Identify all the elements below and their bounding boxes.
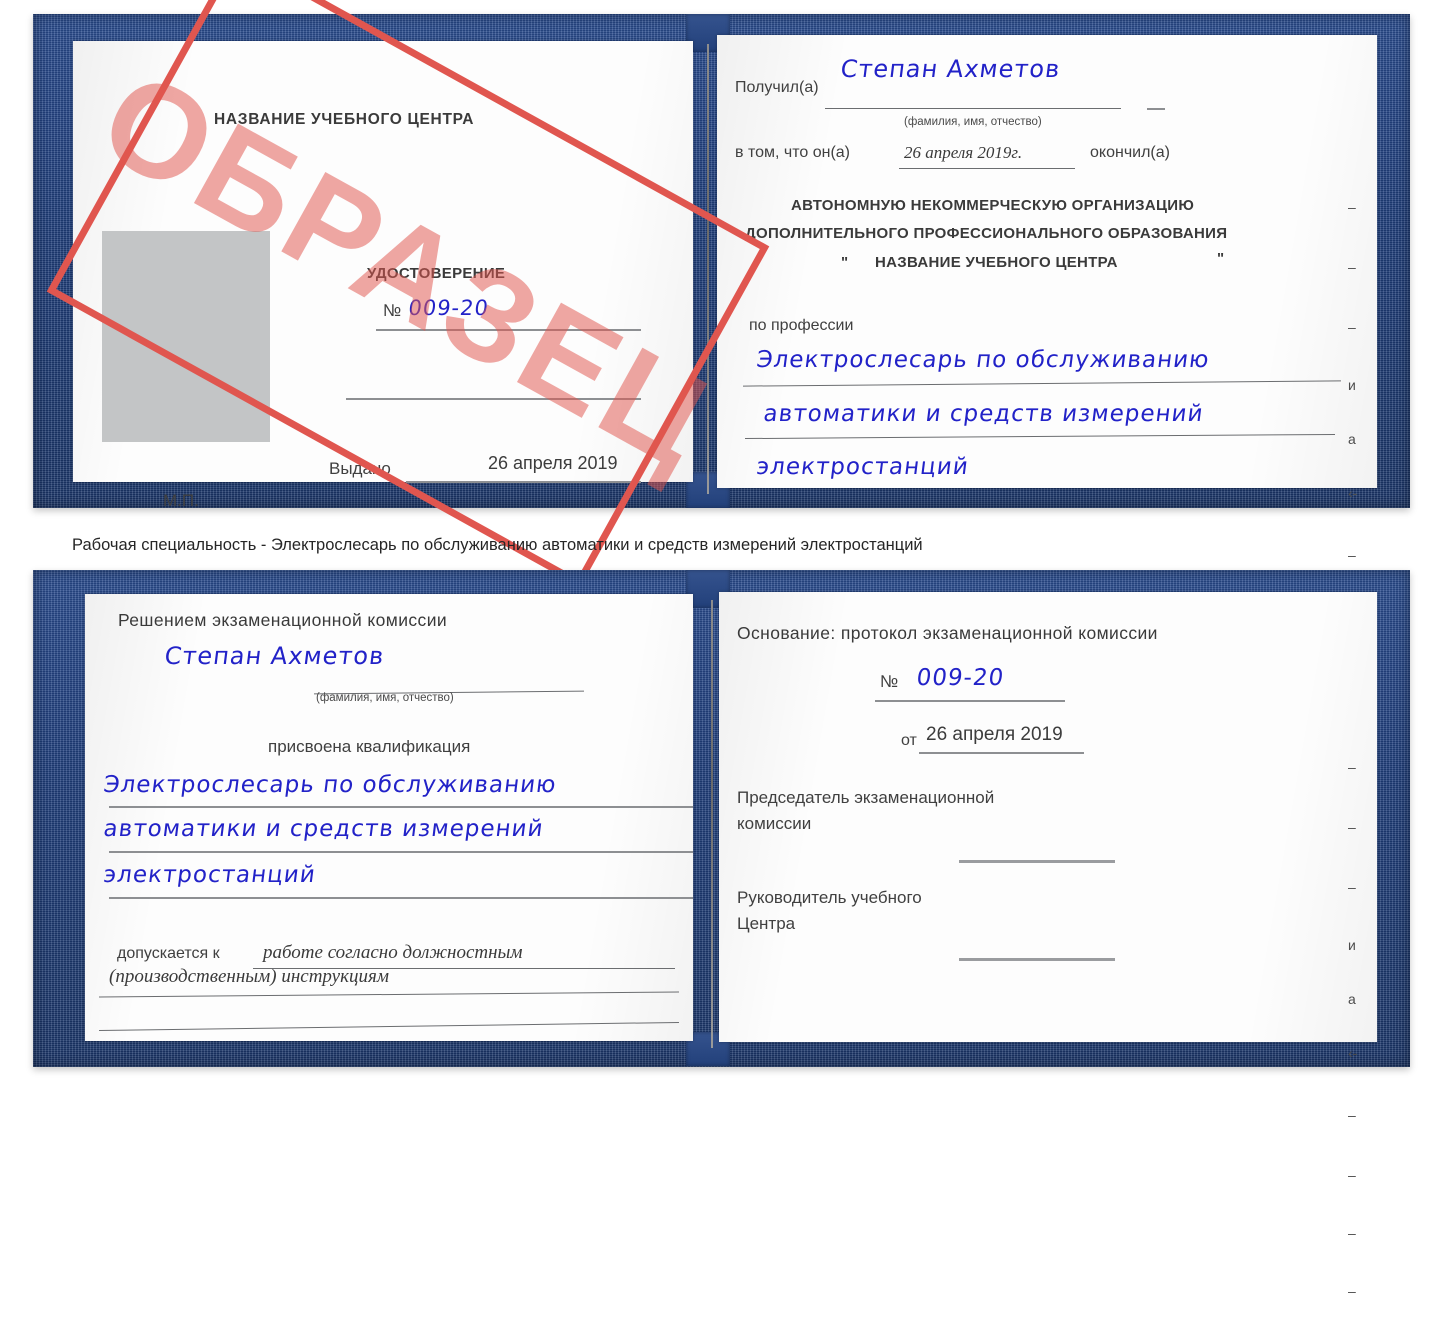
top-right-received-rule	[825, 108, 1121, 110]
bottom-left-qual-rule1	[109, 806, 693, 808]
bottom-right-director-signature-rule	[959, 958, 1115, 961]
top-right-received-label: Получил(а)	[735, 79, 819, 96]
bottom-left-blank-rule	[99, 1021, 679, 1032]
top-right-fio-hint: (фамилия, имя, отчество)	[904, 116, 1042, 128]
bottom-left-qual-rule3	[109, 897, 693, 899]
bottom-left-fio-hint: (фамилия, имя, отчество)	[316, 692, 454, 704]
bottom-left-qual-line1: Электрослесарь по обслуживанию	[102, 772, 559, 798]
bottom-right-number-value: 009-20	[915, 665, 1006, 691]
top-left-issued-label: Выдано	[329, 459, 391, 478]
top-left-seal-label: М.П.	[163, 491, 199, 510]
bottom-right-director-line1: Руководитель учебного	[737, 888, 922, 907]
top-right-inthat-label: в том, что он(а)	[735, 144, 850, 161]
edge-fragment: ‹-	[1348, 1045, 1358, 1061]
bottom-left-qual-line3: электростанций	[102, 862, 318, 888]
bottom-right-chairman-line1: Председатель экзаменационной	[737, 788, 995, 807]
top-right-profession-line3: электростанций	[755, 454, 971, 480]
bottom-right-from-value: 26 апреля 2019	[926, 724, 1063, 745]
top-right-finished-label: окончил(а)	[1090, 144, 1170, 161]
bottom-right-from-label: от	[901, 732, 917, 749]
bottom-right-edge-fragments: – – – и а ‹- – – – –	[1348, 732, 1357, 1328]
edge-fragment: –	[1348, 1167, 1356, 1183]
bottom-right-from-rule	[919, 752, 1084, 754]
certificate-bottom-right-page: Основание: протокол экзаменационной коми…	[719, 592, 1377, 1042]
top-left-doc-type: УДОСТОВЕРЕНИЕ	[367, 265, 506, 282]
edge-fragment: –	[1348, 759, 1356, 775]
top-right-org-quote-close: "	[1217, 250, 1225, 267]
top-left-org-title: НАЗВАНИЕ УЧЕБНОГО ЦЕНТРА	[214, 111, 475, 128]
certificate-bottom-left-page: Решением экзаменационной комиссии Степан…	[85, 594, 693, 1041]
top-right-received-value: Степан Ахметов	[839, 55, 1063, 83]
bottom-left-admitted-line2: (производственным) инструкциям	[109, 966, 389, 987]
figure-caption: Рабочая специальность - Электрослесарь п…	[72, 536, 923, 554]
bottom-left-qual-rule2	[109, 851, 693, 853]
edge-fragment: а	[1348, 431, 1356, 447]
edge-fragment: ‹-	[1348, 485, 1358, 501]
top-right-org-line1: АВТОНОМНУЮ НЕКОММЕРЧЕСКУЮ ОРГАНИЗАЦИЮ	[791, 197, 1195, 214]
certificate-top-left-page: НАЗВАНИЕ УЧЕБНОГО ЦЕНТРА УДОСТОВЕРЕНИЕ №…	[73, 41, 693, 510]
edge-fragment: и	[1348, 377, 1356, 393]
bottom-right-chairman-line2: комиссии	[737, 814, 812, 833]
bottom-left-admitted-rule2	[99, 991, 679, 998]
top-left-number-rule	[376, 329, 641, 331]
top-right-org-line2: ДОПОЛНИТЕЛЬНОГО ПРОФЕССИОНАЛЬНОГО ОБРАЗО…	[745, 225, 1228, 242]
certificate-bottom-spine-line	[711, 600, 713, 1048]
top-right-org-quote-open: "	[841, 254, 849, 271]
bottom-left-qual-line2: автоматики и средств измерений	[102, 816, 546, 842]
bottom-left-qualification-label: присвоена квалификация	[268, 737, 471, 756]
bottom-right-chairman-signature-rule	[959, 860, 1115, 863]
bottom-left-decision-title: Решением экзаменационной комиссии	[118, 610, 448, 630]
certificate-top-spine-line	[707, 44, 709, 494]
bottom-right-number-rule	[875, 700, 1065, 702]
top-left-issued-rule	[406, 481, 641, 483]
edge-fragment: –	[1348, 1225, 1356, 1241]
top-right-received-rule-short	[1147, 108, 1165, 110]
bottom-left-name-value: Степан Ахметов	[163, 642, 387, 670]
bottom-right-director-line2: Центра	[737, 914, 796, 933]
edge-fragment: –	[1348, 199, 1356, 215]
edge-fragment: –	[1348, 1283, 1356, 1299]
edge-fragment: –	[1348, 1107, 1356, 1123]
top-right-profession-line2: автоматики и средств измерений	[762, 401, 1206, 427]
edge-fragment: –	[1348, 879, 1356, 895]
top-right-profession-label: по профессии	[749, 317, 854, 334]
top-right-inthat-value: 26 апреля 2019г.	[904, 143, 1023, 162]
edge-fragment: –	[1348, 319, 1356, 335]
top-left-issued-value: 26 апреля 2019	[488, 453, 618, 473]
photo-placeholder	[102, 231, 270, 442]
top-left-number-value: 009-20	[407, 296, 491, 320]
top-right-profession-line1: Электрослесарь по обслуживанию	[755, 347, 1212, 373]
top-right-profession-rule1	[743, 380, 1341, 387]
page-sheen	[719, 592, 1377, 1042]
bottom-left-admitted-line1: работе согласно должностным	[263, 942, 523, 963]
certificate-top-right-page: Получил(а) Степан Ахметов (фамилия, имя,…	[717, 35, 1377, 488]
edge-fragment: –	[1348, 819, 1356, 835]
bottom-right-number-label: №	[880, 672, 899, 691]
top-right-inthat-rule	[899, 168, 1075, 170]
top-left-blank-rule	[346, 398, 641, 400]
top-right-org-line3: НАЗВАНИЕ УЧЕБНОГО ЦЕНТРА	[875, 254, 1118, 271]
top-left-number-label: №	[383, 301, 402, 320]
top-right-profession-rule2	[745, 433, 1335, 440]
edge-fragment: и	[1348, 937, 1356, 953]
edge-fragment: –	[1348, 259, 1356, 275]
bottom-right-basis-label: Основание: протокол экзаменационной коми…	[737, 623, 1158, 643]
bottom-left-admitted-label: допускается к	[117, 945, 220, 962]
edge-fragment: а	[1348, 991, 1356, 1007]
